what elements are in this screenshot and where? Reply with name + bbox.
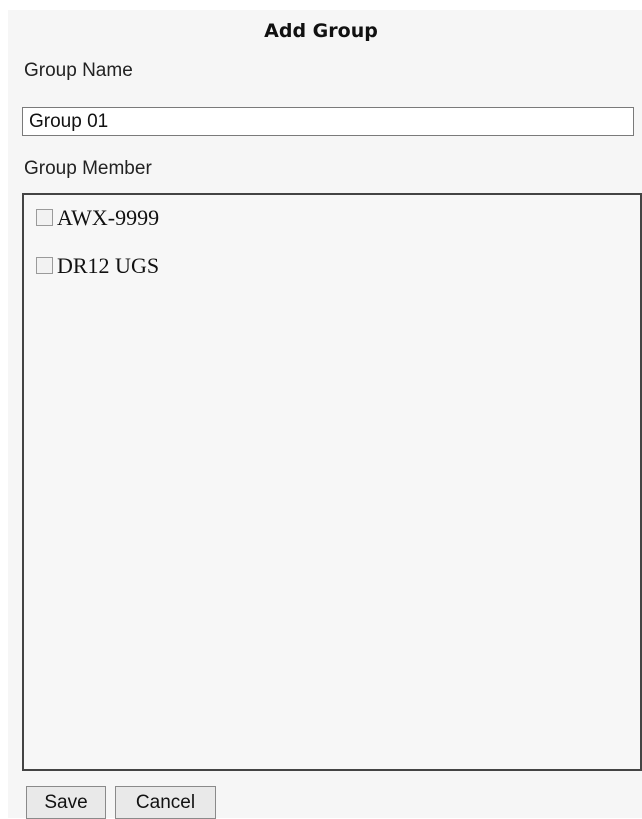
group-member-label: Group Member xyxy=(24,158,152,179)
group-member-list: AWX-9999 DR12 UGS xyxy=(22,193,642,771)
member-checkbox[interactable] xyxy=(36,256,53,274)
member-checkbox[interactable] xyxy=(36,208,53,226)
member-item-awx-9999[interactable]: AWX-9999 xyxy=(36,205,159,231)
member-label: DR12 UGS xyxy=(57,253,160,278)
dialog-title: Add Group xyxy=(264,20,378,42)
cancel-button[interactable]: Cancel xyxy=(115,786,216,819)
member-label: AWX-9999 xyxy=(57,205,160,230)
group-name-input[interactable] xyxy=(22,107,634,136)
member-item-dr12-ugs[interactable]: DR12 UGS xyxy=(36,253,159,279)
group-name-label: Group Name xyxy=(24,60,133,81)
save-button[interactable]: Save xyxy=(26,786,106,819)
